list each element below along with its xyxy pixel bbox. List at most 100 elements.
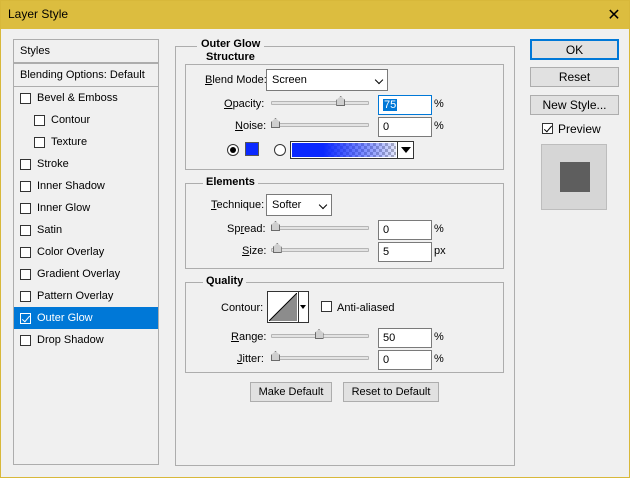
styles-list: Styles Blending Options: Default Bevel &… [13, 39, 159, 465]
range-unit: % [434, 331, 444, 343]
sidebar-item-outer-glow[interactable]: Outer Glow [14, 307, 158, 329]
contour-label: Contour: [221, 302, 264, 314]
sidebar-item-stroke[interactable]: Stroke [14, 153, 158, 175]
sidebar-item-label: Satin [37, 224, 63, 236]
sidebar-item-label: Gradient Overlay [37, 268, 121, 280]
jitter-slider[interactable] [271, 351, 369, 361]
blend-mode-select[interactable]: Screen [266, 69, 388, 91]
jitter-input[interactable]: 0 [378, 350, 432, 370]
opacity-slider[interactable] [271, 96, 369, 106]
window-title: Layer Style [8, 7, 69, 21]
technique-label: Technique: [211, 199, 265, 211]
sidebar-item-satin[interactable]: Satin [14, 219, 158, 241]
anti-aliased-label: Anti-aliased [337, 302, 395, 314]
noise-slider[interactable] [271, 118, 369, 128]
new-style-button[interactable]: New Style... [530, 95, 619, 115]
noise-input[interactable]: 0 [378, 117, 432, 137]
gradient-preview [292, 143, 396, 157]
spread-unit: % [434, 223, 444, 235]
sidebar-item-inner-shadow[interactable]: Inner Shadow [14, 175, 158, 197]
triangle-down-icon [300, 305, 306, 309]
spread-label: Spread: [227, 223, 266, 235]
checkbox[interactable] [20, 312, 31, 324]
contour-curve-icon [269, 293, 297, 321]
styles-header-label: Styles [20, 45, 50, 57]
sidebar-item-label: Inner Glow [37, 202, 91, 214]
sidebar-item-drop-shadow[interactable]: Drop Shadow [14, 329, 158, 351]
reset-to-default-button[interactable]: Reset to Default [343, 382, 439, 402]
sidebar-item-inner-glow[interactable]: Inner Glow [14, 197, 158, 219]
range-input[interactable]: 50 [378, 328, 432, 348]
layer-style-dialog: Layer Style ✕ Styles Blending Options: D… [0, 0, 630, 478]
preview-label: Preview [558, 122, 601, 136]
glow-color-swatch[interactable] [245, 142, 259, 156]
contour-dropdown-button[interactable] [298, 292, 308, 322]
anti-aliased-checkbox[interactable] [321, 301, 332, 312]
range-slider[interactable] [271, 329, 369, 339]
sidebar-item-pattern-overlay[interactable]: Pattern Overlay [14, 285, 158, 307]
quality-title: Quality [203, 275, 247, 287]
blending-options-label: Blending Options: Default [20, 69, 145, 81]
sidebar-item-texture[interactable]: Texture [14, 131, 158, 153]
blend-mode-value: Screen [272, 74, 307, 86]
chevron-down-icon [318, 200, 328, 210]
gradient-picker[interactable] [290, 141, 414, 159]
sidebar-item-label: Bevel & Emboss [37, 92, 118, 104]
ok-button[interactable]: OK [530, 39, 619, 60]
panel-title: Outer Glow [197, 38, 265, 50]
checkbox[interactable] [20, 334, 31, 346]
size-slider[interactable] [271, 243, 369, 253]
reset-button[interactable]: Reset [530, 67, 619, 87]
sidebar-item-label: Contour [51, 114, 91, 126]
noise-unit: % [434, 120, 444, 132]
style-preview-thumbnail [541, 144, 607, 210]
range-label: Range: [231, 331, 267, 343]
structure-title: Structure [203, 51, 258, 63]
checkbox[interactable] [34, 136, 45, 148]
make-default-button[interactable]: Make Default [250, 382, 332, 402]
checkbox[interactable] [20, 202, 31, 214]
technique-select[interactable]: Softer [266, 194, 332, 216]
checkbox[interactable] [20, 180, 31, 192]
sidebar-item-gradient-overlay[interactable]: Gradient Overlay [14, 263, 158, 285]
jitter-unit: % [434, 353, 444, 365]
gradient-radio[interactable] [274, 144, 286, 156]
preview-checkbox[interactable] [542, 123, 553, 134]
sidebar-item-label: Drop Shadow [37, 334, 104, 346]
gradient-dropdown-button[interactable] [397, 142, 413, 158]
sidebar-item-label: Outer Glow [37, 312, 93, 324]
sidebar-item-label: Inner Shadow [37, 180, 105, 192]
blending-options-item[interactable]: Blending Options: Default [13, 63, 159, 87]
checkbox[interactable] [20, 290, 31, 302]
spread-slider[interactable] [271, 221, 369, 231]
technique-value: Softer [272, 199, 302, 211]
title-bar: Layer Style ✕ [1, 1, 629, 29]
sidebar-item-color-overlay[interactable]: Color Overlay [14, 241, 158, 263]
solid-color-radio[interactable] [227, 144, 239, 156]
jitter-label: Jitter: [237, 353, 264, 365]
close-icon[interactable]: ✕ [599, 1, 629, 29]
sidebar-item-bevel-emboss[interactable]: Bevel & Emboss [14, 87, 158, 109]
opacity-input[interactable]: 75 [378, 95, 432, 115]
checkbox[interactable] [20, 224, 31, 236]
sidebar-item-contour[interactable]: Contour [14, 109, 158, 131]
checkbox[interactable] [20, 158, 31, 170]
noise-label: Noise: [235, 120, 267, 132]
size-unit: px [434, 245, 446, 257]
triangle-down-icon [401, 147, 411, 153]
opacity-unit: % [434, 98, 444, 110]
checkbox[interactable] [20, 92, 31, 104]
elements-title: Elements [203, 176, 258, 188]
checkbox[interactable] [20, 268, 31, 280]
styles-header[interactable]: Styles [13, 39, 159, 63]
checkbox[interactable] [34, 114, 45, 126]
styles-body: Bevel & Emboss Contour Texture Stroke Inner … [13, 87, 159, 465]
checkbox[interactable] [20, 246, 31, 258]
size-label: Size: [242, 245, 267, 257]
preview-square [560, 162, 590, 192]
opacity-label: Opacity: [224, 98, 265, 110]
sidebar-item-label: Texture [51, 136, 88, 148]
spread-input[interactable]: 0 [378, 220, 432, 240]
contour-picker[interactable] [267, 291, 309, 323]
size-input[interactable]: 5 [378, 242, 432, 262]
